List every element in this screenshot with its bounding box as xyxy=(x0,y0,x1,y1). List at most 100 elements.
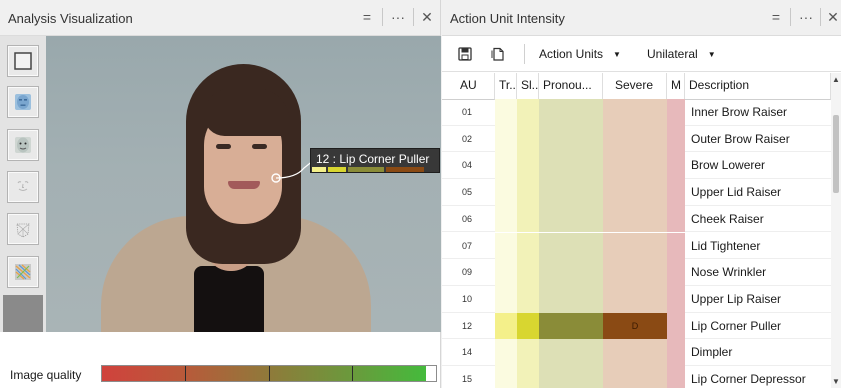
severe-level-label: D xyxy=(631,320,639,331)
table-scrollbar[interactable]: ▲ ▼ xyxy=(831,73,841,388)
intensity-cell-pronounced xyxy=(539,152,603,180)
au-description: Lip Corner Depressor xyxy=(685,366,831,388)
intensity-cell-max xyxy=(667,179,685,206)
toolbar-separator xyxy=(524,44,525,64)
callout-leader-line xyxy=(275,159,315,179)
left-pane-separator xyxy=(382,8,383,26)
analysis-visualization-pane: Analysis Visualization = ··· ✕ 12: Lip … xyxy=(0,0,441,388)
landmark-overlay xyxy=(271,159,315,183)
right-pane-more-icon[interactable]: ··· xyxy=(795,6,817,28)
table-row[interactable]: 10 Upper Lip Raiser xyxy=(442,285,831,313)
square-outline-icon[interactable] xyxy=(7,45,39,77)
face-texture-icon[interactable] xyxy=(7,129,39,161)
copy-icon[interactable] xyxy=(490,46,506,62)
left-pane-more-icon[interactable]: ··· xyxy=(387,6,409,28)
intensity-cell-pronounced xyxy=(539,312,603,340)
action-unit-intensity-pane: Action Unit Intensity = ··· ✕ Action Uni… xyxy=(442,0,841,388)
intensity-cell-severe xyxy=(603,125,667,153)
unilateral-dropdown-label: Unilateral xyxy=(647,47,698,61)
intensity-cell-trace xyxy=(495,205,517,233)
intensity-cell-pronounced xyxy=(539,366,603,388)
image-quality-remaining xyxy=(425,366,436,381)
column-header-slight[interactable]: Sl... xyxy=(517,73,539,100)
left-pane-titlebar[interactable]: Analysis Visualization = ··· ✕ xyxy=(0,0,440,36)
chevron-down-icon: ▼ xyxy=(707,50,716,59)
au-description: Lip Corner Puller xyxy=(685,313,831,340)
scroll-down-icon[interactable]: ▼ xyxy=(832,377,840,386)
image-quality-tick xyxy=(352,366,353,381)
intensity-cell-slight xyxy=(517,259,539,286)
left-pane-menu-icon[interactable]: = xyxy=(356,6,378,28)
scrollbar-thumb[interactable] xyxy=(833,115,839,193)
intensity-cell-pronounced xyxy=(539,125,603,153)
table-row[interactable]: 09 Nose Wrinkler xyxy=(442,259,831,286)
callout-intensity-bar xyxy=(312,167,326,172)
table-row[interactable]: 14 Dimpler xyxy=(442,339,831,366)
left-pane-close-icon[interactable]: ✕ xyxy=(416,6,438,28)
table-row[interactable]: 12 D Lip Corner Puller xyxy=(442,312,831,340)
intensity-cell-severe xyxy=(603,99,667,126)
table-row[interactable]: 05 Upper Lid Raiser xyxy=(442,179,831,206)
intensity-cell-slight xyxy=(517,285,539,313)
intensity-cell-trace xyxy=(495,125,517,153)
intensity-cell-pronounced xyxy=(539,285,603,313)
column-header-description[interactable]: Description xyxy=(685,73,831,100)
left-pane-title: Analysis Visualization xyxy=(8,11,133,26)
table-row[interactable]: 01 Inner Brow Raiser xyxy=(442,99,831,126)
image-quality-label: Image quality xyxy=(10,368,82,382)
table-row[interactable]: 04 Brow Lowerer xyxy=(442,152,831,180)
intensity-cell-max xyxy=(667,312,685,340)
right-pane-separator xyxy=(790,8,791,26)
au-description: Lid Tightener xyxy=(685,233,831,260)
intensity-cell-trace xyxy=(495,339,517,366)
table-row[interactable]: 15 Lip Corner Depressor xyxy=(442,366,831,388)
callout-label: 12 : Lip Corner Puller xyxy=(316,152,430,166)
au-code: 15 xyxy=(442,366,495,388)
column-header-pronounced[interactable]: Pronou... xyxy=(539,73,603,100)
intensity-cell-trace xyxy=(495,179,517,206)
intensity-cell-slight xyxy=(517,366,539,388)
right-pane-separator xyxy=(820,8,821,26)
au-code: 02 xyxy=(442,126,495,153)
unilateral-dropdown[interactable]: Unilateral ▼ xyxy=(647,47,716,61)
column-header-au[interactable]: AU xyxy=(442,73,495,100)
column-header-trace[interactable]: Tr... xyxy=(495,73,517,100)
column-header-severe[interactable]: Severe xyxy=(603,73,667,100)
right-pane-titlebar[interactable]: Action Unit Intensity = ··· ✕ xyxy=(442,0,841,36)
face-mask-icon[interactable] xyxy=(7,86,39,118)
video-frame[interactable]: 12 : Lip Corner Puller xyxy=(46,36,441,332)
face-outline-icon[interactable] xyxy=(7,171,39,203)
intensity-cell-slight xyxy=(517,339,539,366)
intensity-cell-trace xyxy=(495,285,517,313)
intensity-cell-severe xyxy=(603,366,667,388)
intensity-toolbar: Action Units ▼ Unilateral ▼ xyxy=(442,36,841,72)
face-mesh-icon[interactable] xyxy=(7,213,39,245)
right-pane-menu-icon[interactable]: = xyxy=(765,6,787,28)
intensity-cell-pronounced xyxy=(539,232,603,260)
au-code: 12 xyxy=(442,313,495,340)
intensity-cell-slight xyxy=(517,99,539,126)
visualization-tool-strip xyxy=(0,36,46,332)
au-description: Cheek Raiser xyxy=(685,206,831,233)
save-icon[interactable] xyxy=(457,46,473,62)
intensity-cell-trace xyxy=(495,366,517,388)
au-code: 14 xyxy=(442,339,495,366)
tool-strip-footer xyxy=(3,295,43,332)
au-code: 07 xyxy=(442,233,495,260)
intensity-cell-slight xyxy=(517,205,539,233)
intensity-cell-trace xyxy=(495,152,517,180)
scroll-up-icon[interactable]: ▲ xyxy=(832,75,840,84)
intensity-cell-severe xyxy=(603,285,667,313)
column-header-max[interactable]: M xyxy=(667,73,685,100)
table-row[interactable]: 02 Outer Brow Raiser xyxy=(442,125,831,153)
intensity-cell-trace xyxy=(495,312,517,340)
heatmap-icon[interactable] xyxy=(7,256,39,288)
table-row[interactable]: 06 Cheek Raiser xyxy=(442,205,831,233)
intensity-cell-severe xyxy=(603,232,667,260)
intensity-cell-max xyxy=(667,339,685,366)
right-pane-close-icon[interactable]: ✕ xyxy=(822,6,841,28)
action-unit-table: AU Tr... Sl... Pronou... Severe M Descri… xyxy=(442,73,831,388)
intensity-cell-trace xyxy=(495,259,517,286)
action-units-dropdown[interactable]: Action Units ▼ xyxy=(539,47,621,61)
table-row[interactable]: 07 Lid Tightener xyxy=(442,232,831,260)
